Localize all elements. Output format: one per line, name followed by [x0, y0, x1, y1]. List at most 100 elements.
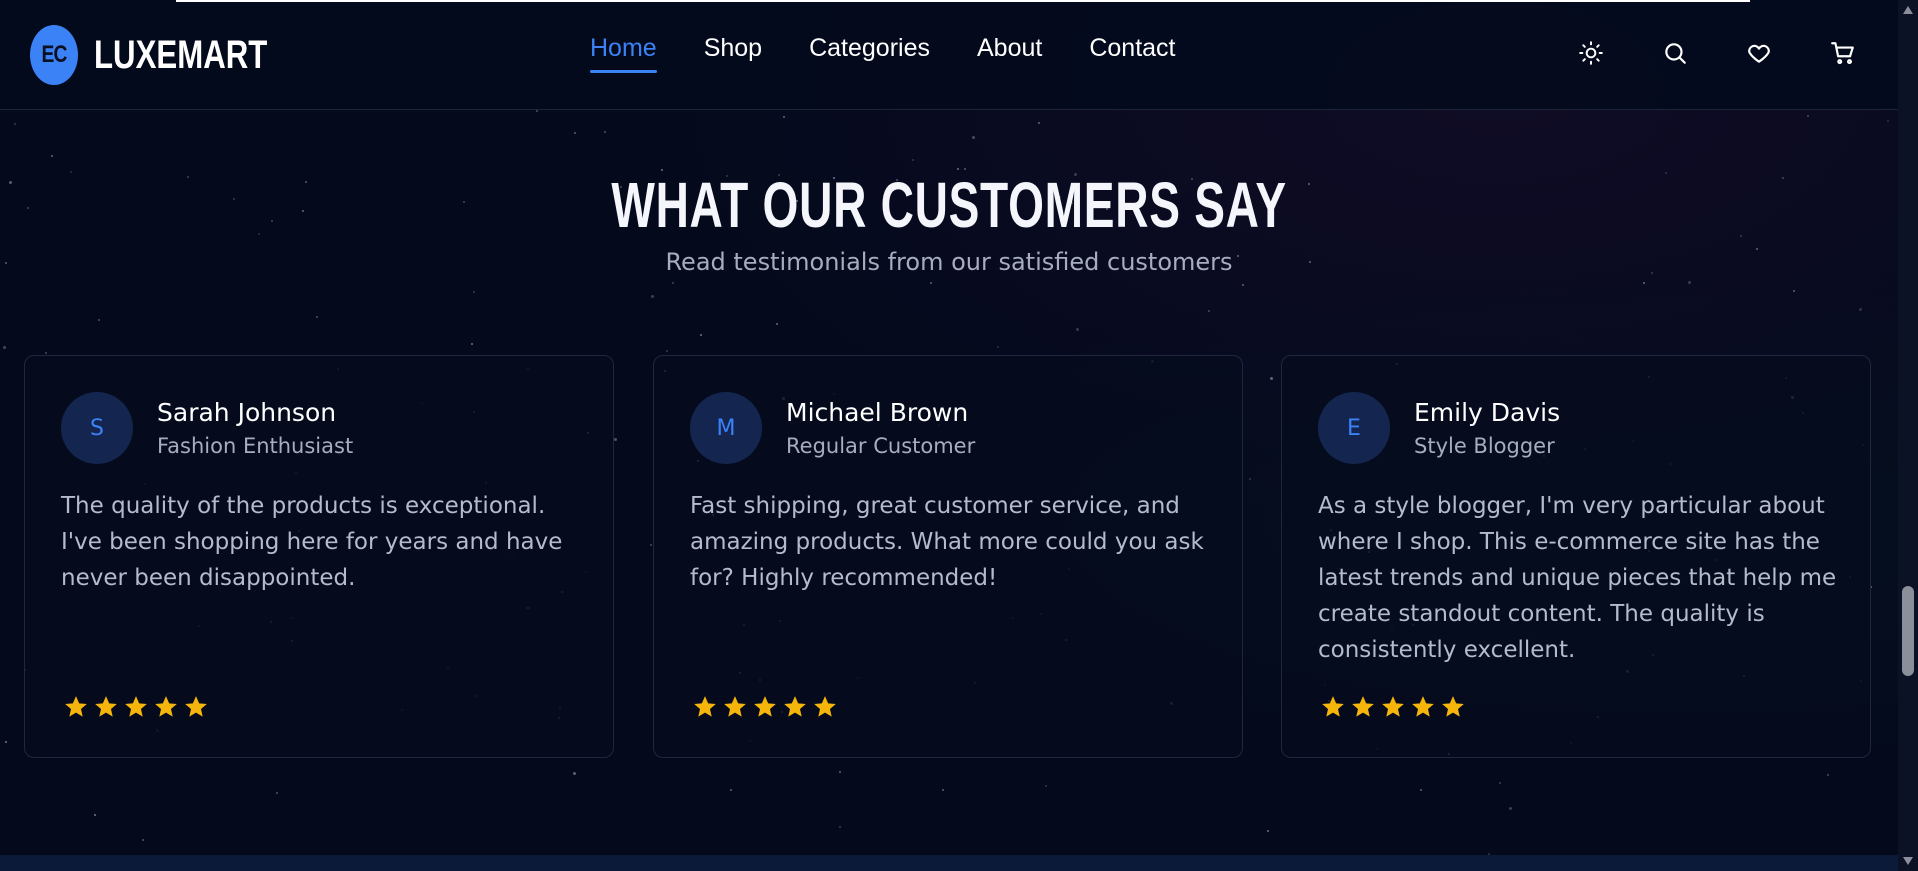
main-nav: Home Shop Categories About Contact: [590, 34, 1223, 73]
background-star: [51, 155, 53, 157]
background-star: [839, 771, 841, 773]
star-icon: [1382, 696, 1404, 717]
background-star: [604, 131, 606, 133]
brand-logo[interactable]: EC LUXEMART: [24, 25, 316, 85]
section-subtitle: Read testimonials from our satisfied cus…: [665, 248, 1233, 276]
background-star: [1509, 807, 1512, 810]
background-star: [536, 110, 538, 112]
star-icon: [724, 696, 746, 717]
avatar: S: [61, 392, 133, 464]
background-star: [94, 814, 96, 816]
nav-shop[interactable]: Shop: [704, 34, 762, 73]
star-icon: [814, 696, 836, 717]
background-star: [3, 346, 6, 349]
background-star: [1208, 310, 1210, 312]
heart-icon[interactable]: [1746, 40, 1772, 66]
background-star: [1038, 122, 1040, 124]
star-icon: [1322, 696, 1344, 717]
top-edge-line: [176, 0, 1750, 2]
star-rating: [63, 694, 213, 720]
background-star: [471, 343, 473, 345]
background-star: [700, 334, 702, 336]
star-icon: [694, 696, 716, 717]
testimonial-text: As a style blogger, I'm very particular …: [1318, 493, 1837, 663]
background-star: [1827, 774, 1829, 776]
next-section-edge: [0, 855, 1898, 871]
background-star: [5, 741, 7, 743]
star-icon: [784, 696, 806, 717]
background-star: [930, 282, 932, 284]
background-star: [1859, 308, 1862, 311]
background-star: [783, 116, 785, 118]
brand-name: LUXEMART: [94, 32, 268, 77]
star-icon: [125, 696, 147, 717]
star-rating: [1320, 694, 1470, 720]
background-star: [651, 295, 654, 298]
customer-role: Fashion Enthusiast: [157, 434, 354, 458]
star-icon: [65, 696, 87, 717]
background-star: [1420, 789, 1422, 791]
background-star: [45, 352, 47, 354]
customer-name: Michael Brown: [786, 398, 969, 427]
star-icon: [1352, 696, 1374, 717]
site-header: EC LUXEMART Home Shop Categories About C…: [0, 0, 1898, 110]
background-star: [1887, 120, 1889, 122]
background-star: [776, 323, 778, 325]
background-star: [839, 826, 841, 828]
avatar: M: [690, 392, 762, 464]
background-star: [1076, 328, 1079, 331]
star-icon: [1412, 696, 1434, 717]
background-star: [1045, 785, 1047, 787]
testimonial-card: M Michael Brown Regular Customer Fast sh…: [653, 355, 1243, 758]
customer-role: Style Blogger: [1414, 434, 1555, 458]
sun-icon[interactable]: [1578, 40, 1604, 66]
background-star: [672, 282, 674, 284]
customer-name: Sarah Johnson: [157, 398, 337, 427]
page-scrollbar[interactable]: [1898, 0, 1918, 871]
background-star: [1643, 282, 1645, 284]
nav-home[interactable]: Home: [590, 34, 657, 73]
star-icon: [185, 696, 207, 717]
background-star: [942, 789, 944, 791]
star-icon: [1442, 696, 1464, 717]
scroll-up-arrow-icon[interactable]: [1903, 6, 1913, 14]
nav-categories[interactable]: Categories: [809, 34, 930, 73]
background-star: [1499, 782, 1501, 784]
background-star: [1242, 284, 1244, 286]
background-star: [650, 544, 652, 546]
background-star: [1807, 115, 1809, 117]
logo-badge: EC: [30, 25, 78, 85]
star-rating: [692, 694, 842, 720]
header-actions: [1578, 40, 1914, 66]
section-title: WHAT OUR CUSTOMERS SAY: [611, 169, 1287, 241]
nav-contact[interactable]: Contact: [1089, 34, 1175, 73]
customer-name: Emily Davis: [1414, 398, 1561, 427]
background-star: [1688, 281, 1691, 284]
star-icon: [754, 696, 776, 717]
testimonial-card: S Sarah Johnson Fashion Enthusiast The q…: [24, 355, 614, 758]
testimonial-text: Fast shipping, great customer service, a…: [690, 493, 1204, 591]
background-star: [912, 159, 914, 161]
background-star: [614, 438, 617, 441]
background-star: [1793, 290, 1795, 292]
cart-icon[interactable]: [1830, 40, 1856, 66]
star-icon: [95, 696, 117, 717]
nav-about[interactable]: About: [977, 34, 1042, 73]
background-star: [972, 136, 975, 139]
background-star: [573, 772, 576, 775]
search-icon[interactable]: [1662, 40, 1688, 66]
background-star: [1270, 377, 1273, 380]
background-star: [98, 319, 100, 321]
customer-role: Regular Customer: [786, 434, 976, 458]
avatar: E: [1318, 392, 1390, 464]
testimonial-text: The quality of the products is exception…: [61, 493, 563, 591]
scroll-down-arrow-icon[interactable]: [1903, 857, 1913, 865]
background-star: [276, 792, 278, 794]
background-star: [473, 291, 475, 293]
star-icon: [155, 696, 177, 717]
background-star: [1249, 478, 1251, 480]
testimonial-card: E Emily Davis Style Blogger As a style b…: [1281, 355, 1871, 758]
background-star: [730, 789, 732, 791]
background-star: [14, 123, 16, 125]
scroll-thumb[interactable]: [1902, 586, 1914, 676]
